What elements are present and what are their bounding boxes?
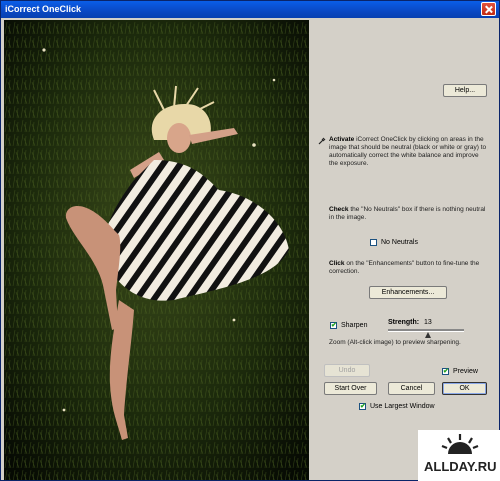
largest-window-label[interactable]: Use Largest Window (370, 403, 435, 410)
check-heading: Check (329, 206, 349, 213)
undo-button[interactable]: Undo (324, 364, 370, 377)
check-instructions: Check the "No Neutrals" box if there is … (329, 206, 489, 222)
no-neutrals-checkbox[interactable] (370, 239, 377, 246)
strength-value: 13 (424, 319, 432, 326)
sharpen-label[interactable]: Sharpen (341, 322, 367, 329)
photo-illustration (4, 20, 309, 480)
largest-window-checkbox[interactable]: ✔ (359, 403, 366, 410)
strength-slider-thumb[interactable] (425, 332, 431, 338)
zoom-hint: Zoom (Alt-click image) to preview sharpe… (329, 339, 461, 346)
preview-label[interactable]: Preview (453, 368, 478, 375)
cancel-button[interactable]: Cancel (388, 382, 435, 395)
ok-button[interactable]: OK (442, 382, 487, 395)
icorrect-window: iCorrect OneClick Help... Activate iCorr… (0, 0, 500, 481)
window-title: iCorrect OneClick (5, 4, 82, 14)
enhancements-button[interactable]: Enhancements... (369, 286, 447, 299)
close-icon[interactable] (481, 2, 496, 16)
activate-instructions: Activate iCorrect OneClick by clicking o… (329, 136, 489, 168)
watermark: ALLDAY.RU (418, 430, 500, 481)
sunrise-logo-icon (441, 434, 479, 454)
start-over-button[interactable]: Start Over (324, 382, 377, 395)
preview-checkbox[interactable]: ✔ (442, 368, 449, 375)
activate-heading: Activate (329, 136, 355, 143)
eyedropper-icon (318, 137, 326, 145)
help-button[interactable]: Help... (443, 84, 487, 97)
title-bar[interactable]: iCorrect OneClick (1, 1, 499, 18)
click-text: on the "Enhancements" button to fine-tun… (329, 260, 480, 275)
sharpen-checkbox[interactable]: ✔ (330, 322, 337, 329)
click-heading: Click (329, 260, 345, 267)
no-neutrals-label[interactable]: No Neutrals (381, 239, 418, 246)
strength-label: Strength: (388, 319, 420, 326)
watermark-text: ALLDAY.RU (424, 459, 497, 474)
preview-image[interactable] (4, 20, 309, 480)
control-panel: Help... Activate iCorrect OneClick by cl… (311, 20, 499, 480)
click-instructions: Click on the "Enhancements" button to fi… (329, 260, 489, 276)
check-text: the "No Neutrals" box if there is nothin… (329, 206, 486, 221)
